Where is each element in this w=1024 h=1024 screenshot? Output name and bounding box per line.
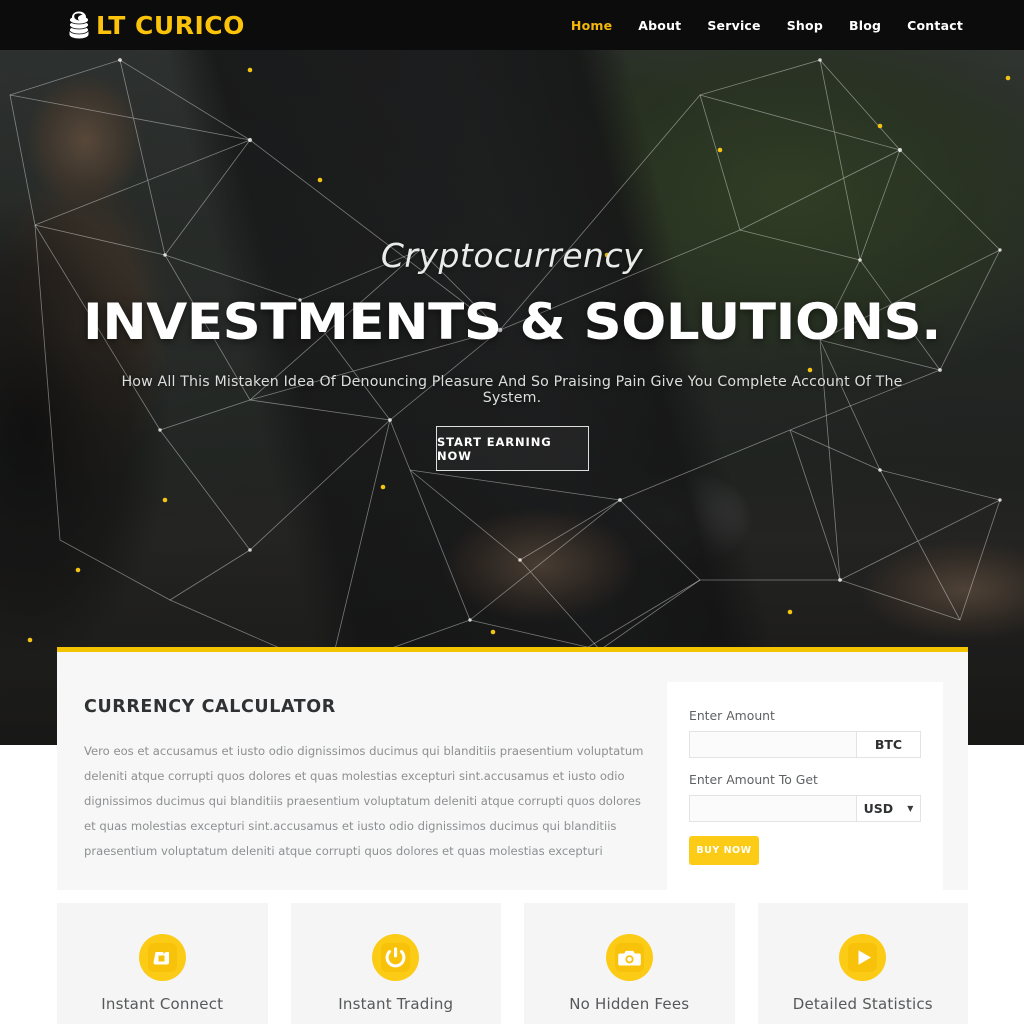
enter-amount-to-get-input[interactable] (689, 795, 856, 822)
hero-subtitle: Cryptocurrency (380, 236, 644, 275)
site-header: LT CURICO Home About Service Shop Blog C… (0, 0, 1024, 50)
power-icon (372, 934, 420, 981)
main-navigation: Home About Service Shop Blog Contact (558, 12, 976, 39)
page-root: Cryptocurrency INVESTMENTS & SOLUTIONS. … (0, 0, 1024, 1024)
enter-amount-label: Enter Amount (689, 708, 775, 723)
target-currency-select[interactable]: USD ▼ (856, 795, 921, 822)
start-earning-now-button[interactable]: START EARNING NOW (436, 426, 589, 471)
play-icon (839, 934, 887, 981)
feature-card-no-hidden-fees[interactable]: No Hidden Fees (524, 903, 735, 1024)
nav-item-blog[interactable]: Blog (836, 12, 894, 39)
site-logo[interactable]: LT CURICO (66, 10, 245, 40)
feature-card-detailed-statistics[interactable]: Detailed Statistics (757, 903, 968, 1024)
currency-calculator-section: CURRENCY CALCULATOR Vero eos et accusamu… (57, 647, 968, 891)
camera-icon (605, 934, 653, 981)
nav-item-contact[interactable]: Contact (894, 12, 976, 39)
nav-item-home[interactable]: Home (558, 12, 625, 39)
feature-label: Instant Connect (101, 995, 224, 1013)
hero-title: INVESTMENTS & SOLUTIONS. (83, 293, 941, 351)
nav-item-service[interactable]: Service (694, 12, 773, 39)
calculator-description: Vero eos et accusamus et iusto odio dign… (84, 744, 644, 858)
feature-card-instant-trading[interactable]: Instant Trading (290, 903, 501, 1024)
dashboard-square-icon (138, 934, 186, 981)
feature-label: Detailed Statistics (792, 995, 933, 1013)
feature-card-instant-connect[interactable]: Instant Connect (57, 903, 268, 1024)
feature-label: Instant Trading (338, 995, 454, 1013)
feature-cards: Instant Connect Instant Trading No Hidde… (57, 903, 968, 1024)
calculator-text-column: CURRENCY CALCULATOR Vero eos et accusamu… (84, 697, 654, 864)
target-currency-value: USD (863, 801, 894, 816)
enter-amount-to-get-row: USD ▼ (689, 795, 921, 822)
enter-amount-to-get-label: Enter Amount To Get (689, 772, 818, 787)
hero-content: Cryptocurrency INVESTMENTS & SOLUTIONS. … (0, 0, 1024, 745)
enter-amount-row: BTC (689, 731, 921, 758)
calculator-form-panel: Enter Amount BTC Enter Amount To Get USD… (667, 682, 943, 891)
coin-stack-icon (69, 11, 89, 39)
nav-item-shop[interactable]: Shop (774, 12, 836, 39)
hero-description: How All This Mistaken Idea Of Denouncing… (121, 374, 903, 406)
feature-label: No Hidden Fees (569, 995, 690, 1013)
calculator-heading: CURRENCY CALCULATOR (84, 697, 336, 717)
amount-currency-btc: BTC (856, 731, 921, 758)
brand-name: LT CURICO (96, 10, 245, 40)
nav-item-about[interactable]: About (625, 12, 694, 39)
chevron-down-icon: ▼ (907, 803, 914, 813)
enter-amount-input[interactable] (689, 731, 856, 758)
buy-now-button[interactable]: BUY NOW (689, 836, 759, 865)
